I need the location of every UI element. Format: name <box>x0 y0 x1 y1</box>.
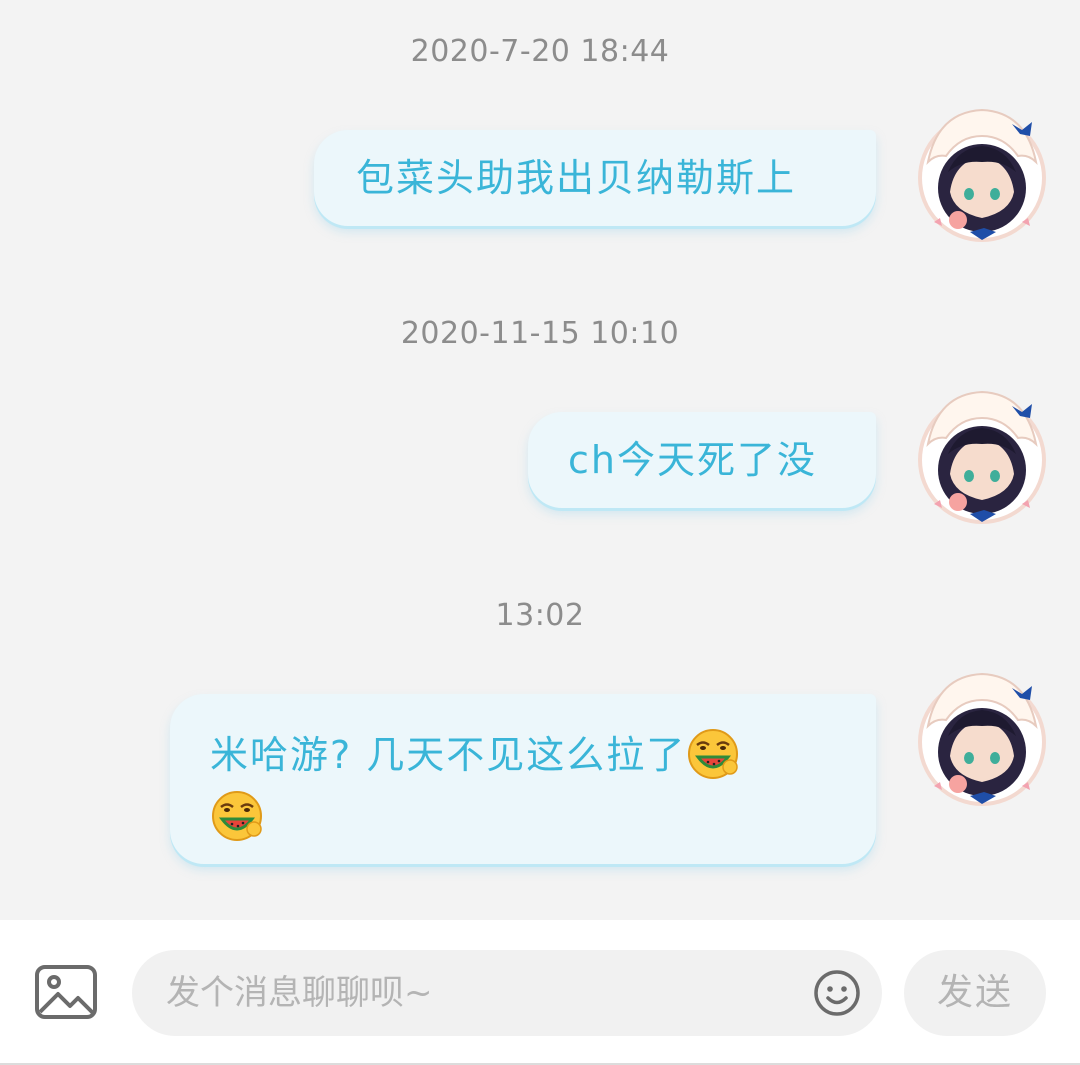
message-bubble[interactable]: 包菜头助我出贝纳勒斯上 <box>314 130 876 226</box>
message-timestamp: 2020-7-20 18:44 <box>410 34 670 69</box>
message-input-bar: 发送 <box>0 920 1080 1065</box>
message-input-container <box>132 950 882 1036</box>
image-icon[interactable] <box>34 964 98 1020</box>
message-bubble[interactable]: 米哈游? 几天不见这么拉了 <box>170 694 876 864</box>
user-avatar[interactable] <box>914 666 1050 816</box>
user-avatar[interactable] <box>914 384 1050 534</box>
message-text: 米哈游? 几天不见这么拉了 <box>210 733 687 777</box>
user-avatar[interactable] <box>914 102 1050 252</box>
message-input[interactable] <box>166 950 786 1036</box>
chat-message-area: 2020-7-20 18:44 包菜头助我出贝纳勒斯上 2020-11-15 1… <box>0 0 1080 920</box>
message-text: 包菜头助我出贝纳勒斯上 <box>356 156 797 200</box>
watermelon-face-emoji <box>688 728 739 779</box>
watermelon-face-emoji <box>212 790 262 841</box>
send-button[interactable]: 发送 <box>904 950 1046 1036</box>
smiley-icon[interactable] <box>812 968 862 1018</box>
message-timestamp: 13:02 <box>495 598 585 633</box>
message-text: ch今天死了没 <box>568 438 817 482</box>
message-timestamp: 2020-11-15 10:10 <box>400 316 680 351</box>
message-bubble[interactable]: ch今天死了没 <box>528 412 876 508</box>
